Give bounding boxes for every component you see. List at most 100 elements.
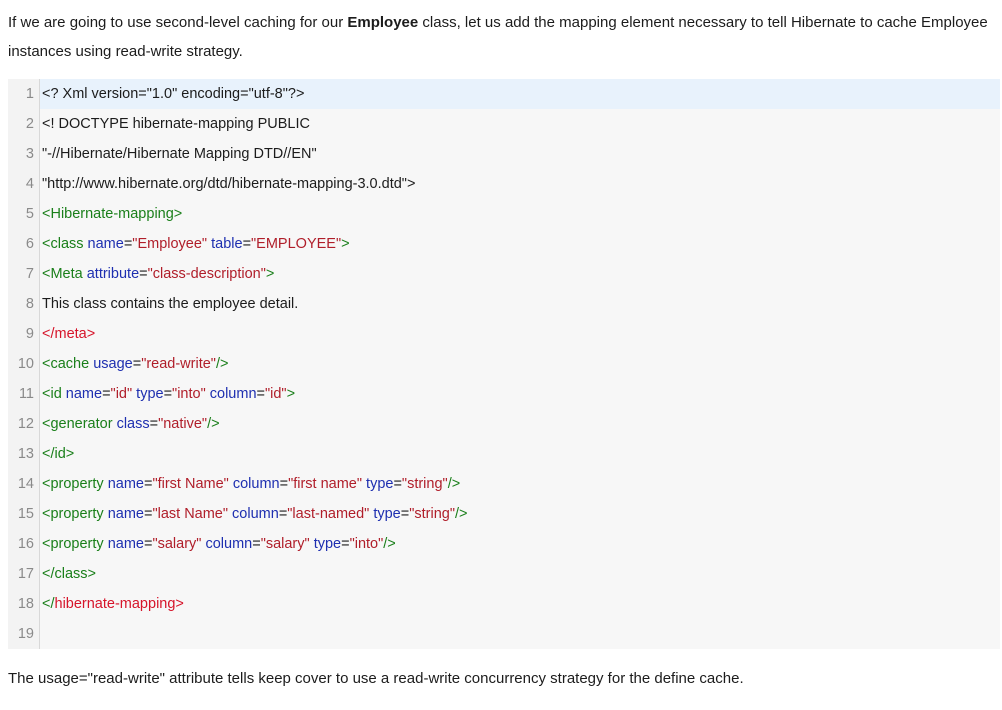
code-text: <property name="last Name" column="last-… [40, 499, 1000, 529]
line-number: 17 [8, 559, 40, 589]
code-token: name [107, 506, 144, 522]
code-text: </hibernate-mapping> [40, 589, 1000, 619]
code-token: <Meta [42, 266, 87, 282]
code-token: attribute [86, 266, 140, 282]
code-token: name [87, 236, 124, 252]
code-token: = [278, 506, 288, 522]
line-number: 7 [8, 259, 40, 289]
code-line: 17 </class> [8, 559, 1000, 589]
code-text: This class contains the employee detail. [40, 289, 1000, 319]
code-token: <property [42, 536, 108, 552]
code-token: type [362, 476, 394, 492]
line-number: 14 [8, 469, 40, 499]
code-line: 3 "-//Hibernate/Hibernate Mapping DTD//EN… [8, 139, 1000, 169]
code-token: column [228, 476, 280, 492]
code-text: <class name="Employee" table="EMPLOYEE"> [40, 229, 1000, 259]
code-token: = [132, 356, 142, 372]
code-token: type [309, 536, 342, 552]
code-token: = [341, 536, 350, 552]
code-token: = [256, 386, 265, 402]
line-number: 11 [8, 379, 40, 409]
code-token: > [286, 386, 296, 402]
outro-paragraph: The usage="read-write" attribute tells k… [8, 670, 744, 687]
code-token: <generator [42, 416, 117, 432]
line-number: 2 [8, 109, 40, 139]
code-token: "salary" [260, 536, 310, 552]
code-line: 10 <cache usage="read-write"/> [8, 349, 1000, 379]
code-token: <? Xml version="1.0" encoding="utf-8"?> [42, 86, 305, 102]
code-token: > [265, 266, 275, 282]
line-number: 12 [8, 409, 40, 439]
line-number: 15 [8, 499, 40, 529]
code-token: = [400, 506, 410, 522]
code-token: = [242, 236, 252, 252]
code-token: "native" [158, 416, 208, 432]
code-token: <! DOCTYPE hibernate-mapping PUBLIC [42, 116, 310, 132]
line-number: 13 [8, 439, 40, 469]
code-token: "last Name" [152, 506, 229, 522]
code-token: <Hibernate-mapping> [42, 206, 183, 222]
code-text: <Hibernate-mapping> [40, 199, 1000, 229]
code-line: 14 <property name="first Name" column="fi… [8, 469, 1000, 499]
code-line: 15 <property name="last Name" column="las… [8, 499, 1000, 529]
code-token: = [393, 476, 402, 492]
code-token: name [107, 476, 144, 492]
code-token: "into" [172, 386, 206, 402]
code-token: </ [42, 596, 55, 612]
code-line: 1 <? Xml version="1.0" encoding="utf-8"?> [8, 79, 1000, 109]
line-number: 10 [8, 349, 40, 379]
code-block: 1 <? Xml version="1.0" encoding="utf-8"?>… [8, 79, 1000, 649]
code-text: </id> [40, 439, 1000, 469]
code-token: <property [42, 476, 108, 492]
code-token: <class [42, 236, 88, 252]
code-token: > [341, 236, 350, 252]
code-line: 16 <property name="salary" column="salary… [8, 529, 1000, 559]
code-text: "http://www.hibernate.org/dtd/hibernate-… [40, 169, 1000, 199]
code-token: This class contains the employee detail. [42, 296, 299, 312]
code-token: "-//Hibernate/Hibernate Mapping DTD//EN" [42, 146, 317, 162]
code-token: "first name" [288, 476, 363, 492]
code-token: = [139, 266, 148, 282]
code-token: "class-description" [147, 266, 266, 282]
line-number: 9 [8, 319, 40, 349]
code-token: /> [383, 536, 396, 552]
code-text: <? Xml version="1.0" encoding="utf-8"?> [40, 79, 1000, 109]
code-line: 18 </hibernate-mapping> [8, 589, 1000, 619]
code-token: /> [447, 476, 461, 492]
line-number: 5 [8, 199, 40, 229]
code-text [40, 619, 1000, 649]
code-token: column [201, 536, 253, 552]
code-token: "string" [401, 476, 448, 492]
code-line: 7 <Meta attribute="class-description"> [8, 259, 1000, 289]
code-text: <cache usage="read-write"/> [40, 349, 1000, 379]
code-text: <! DOCTYPE hibernate-mapping PUBLIC [40, 109, 1000, 139]
code-token: "string" [409, 506, 455, 522]
code-token: column [228, 506, 279, 522]
code-token: "into" [349, 536, 384, 552]
code-token: /> [454, 506, 468, 522]
line-number: 3 [8, 139, 40, 169]
code-text: <generator class="native"/> [40, 409, 1000, 439]
code-text: "-//Hibernate/Hibernate Mapping DTD//EN" [40, 139, 1000, 169]
code-text: </meta> [40, 319, 1000, 349]
code-token: <id [42, 386, 66, 402]
line-number: 8 [8, 289, 40, 319]
code-text: </class> [40, 559, 1000, 589]
code-token: type [132, 386, 164, 402]
code-token: <property [42, 506, 108, 522]
code-token: "http://www.hibernate.org/dtd/hibernate-… [42, 176, 416, 192]
code-line: 19 [8, 619, 1000, 649]
code-token: = [102, 386, 111, 402]
code-token: </id> [42, 446, 75, 462]
code-token: "EMPLOYEE" [251, 236, 342, 252]
code-token: usage [93, 356, 133, 372]
line-number: 19 [8, 619, 40, 649]
code-line: 9 </meta> [8, 319, 1000, 349]
code-token: </class> [42, 566, 96, 582]
code-token: "Employee" [132, 236, 208, 252]
code-text: <Meta attribute="class-description"> [40, 259, 1000, 289]
code-token: "first Name" [152, 476, 229, 492]
code-token: /> [207, 416, 220, 432]
line-number: 16 [8, 529, 40, 559]
code-token: </meta> [42, 326, 96, 342]
